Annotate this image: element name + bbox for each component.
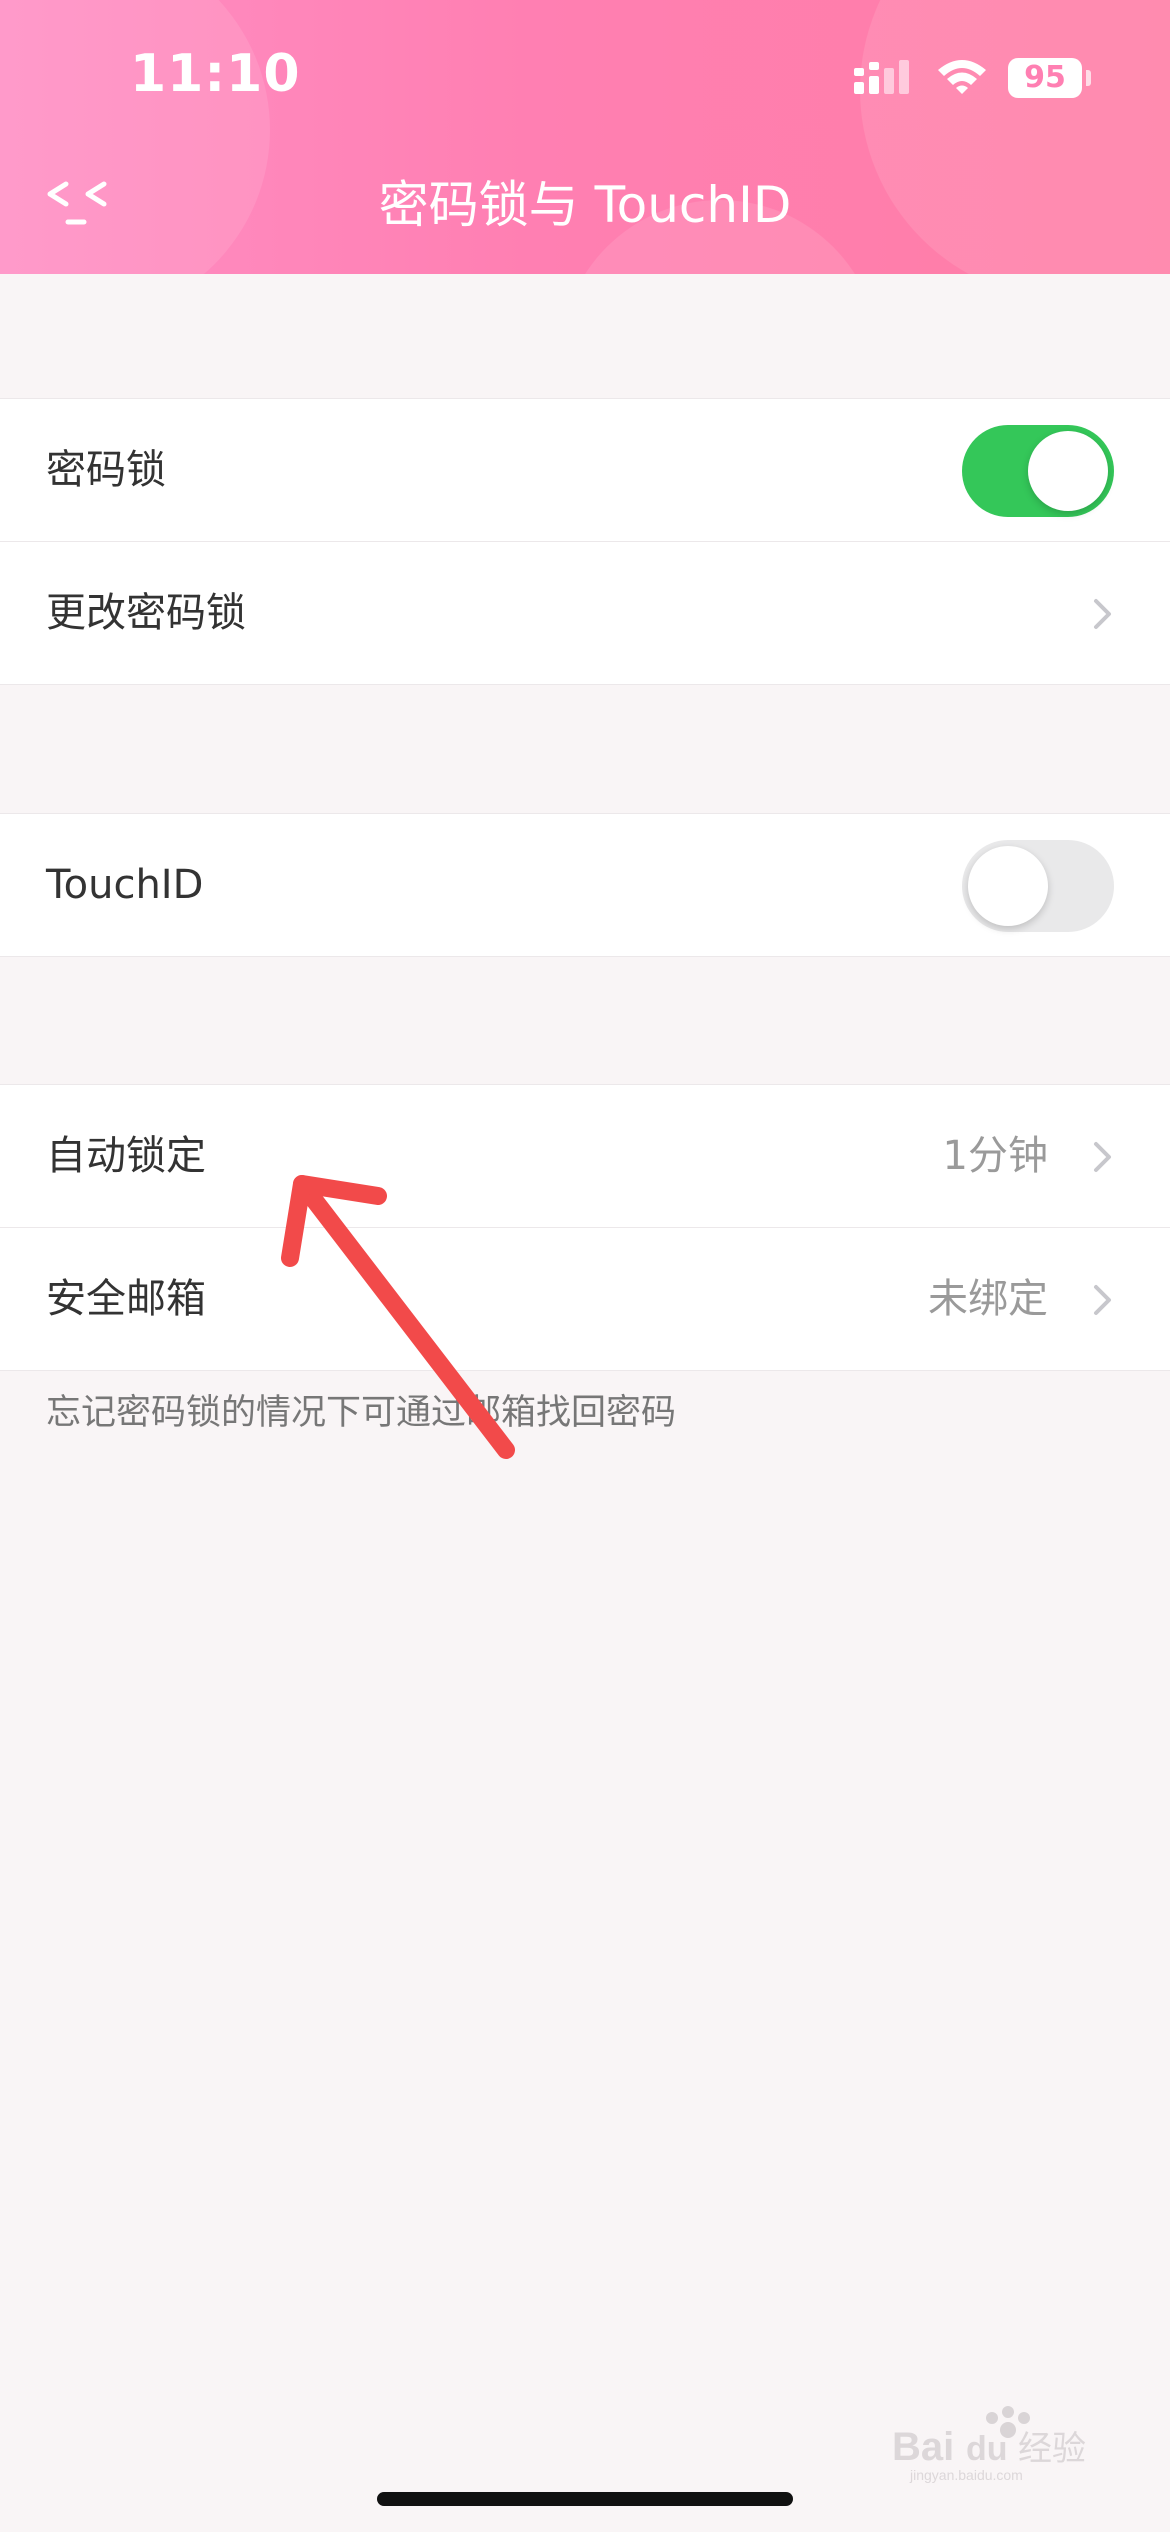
auto-lock-row[interactable]: 自动锁定 1分钟: [0, 1085, 1170, 1228]
chevron-right-icon: [1094, 1285, 1111, 1315]
passcode-group: 密码锁 更改密码锁: [0, 398, 1170, 685]
auto-lock-label: 自动锁定: [46, 1133, 206, 1179]
touchid-label: TouchID: [46, 862, 204, 908]
nav-header: 11:10 95 密码锁与 TouchID: [0, 0, 1170, 274]
wifi-icon: [938, 60, 986, 94]
touchid-group: TouchID: [0, 813, 1170, 957]
security-group: 自动锁定 1分钟 安全邮箱 未绑定: [0, 1084, 1170, 1371]
security-email-label: 安全邮箱: [46, 1276, 206, 1322]
chevron-right-icon: [1094, 1142, 1111, 1172]
watermark-text: Bai: [892, 2425, 954, 2469]
auto-lock-value: 1分钟: [942, 1133, 1048, 1179]
battery-indicator: 95: [1008, 58, 1082, 98]
page-title: 密码锁与 TouchID: [378, 176, 792, 234]
security-email-value: 未绑定: [928, 1276, 1048, 1322]
email-recovery-hint: 忘记密码锁的情况下可通过邮箱找回密码: [46, 1393, 677, 1433]
watermark-text-2: du: [966, 2430, 1008, 2468]
baidu-jingyan-watermark: Bai du 经验 jingyan.baidu.com: [892, 2406, 1086, 2483]
toggle-knob: [1028, 431, 1108, 511]
passcode-lock-row: 密码锁: [0, 399, 1170, 542]
home-indicator[interactable]: [377, 2492, 793, 2506]
status-time: 11:10: [130, 44, 301, 104]
passcode-lock-label: 密码锁: [46, 447, 166, 493]
battery-cap: [1086, 70, 1091, 86]
change-passcode-label: 更改密码锁: [46, 590, 246, 636]
passcode-lock-toggle[interactable]: [962, 425, 1114, 517]
touchid-row: TouchID: [0, 814, 1170, 956]
status-bar: 11:10 95: [0, 0, 1170, 150]
chevron-right-icon: [1094, 599, 1111, 629]
watermark-text-3: 经验: [1018, 2429, 1086, 2469]
touchid-toggle[interactable]: [962, 840, 1114, 932]
change-passcode-row[interactable]: 更改密码锁: [0, 542, 1170, 684]
toggle-knob: [968, 846, 1048, 926]
watermark-subtext: jingyan.baidu.com: [909, 2467, 1023, 2483]
cellular-signal-icon: [854, 60, 909, 94]
security-email-row[interactable]: 安全邮箱 未绑定: [0, 1228, 1170, 1370]
